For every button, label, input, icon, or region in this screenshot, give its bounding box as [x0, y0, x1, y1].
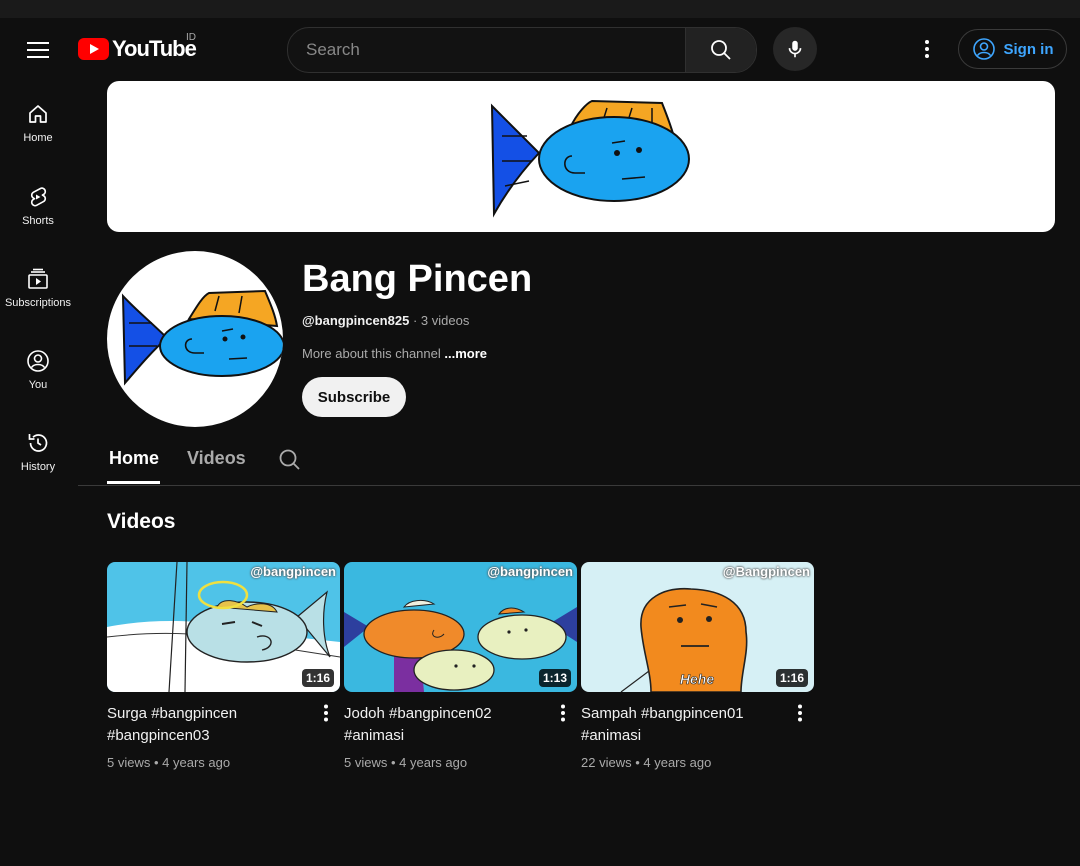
hamburger-icon — [27, 42, 49, 58]
active-tab-indicator — [107, 481, 160, 484]
thumbnail-caption: Hehe — [680, 671, 714, 687]
youtube-play-icon — [78, 38, 109, 60]
sidebar-item-label: History — [20, 461, 56, 473]
video-count: 3 videos — [420, 313, 470, 328]
channel-name: Bang Pincen — [302, 258, 533, 300]
settings-menu-button[interactable] — [912, 32, 942, 66]
voice-search-button[interactable] — [773, 27, 817, 71]
video-card[interactable]: @bangpincen 1:13 Jodoh #bangpincen02 #an… — [344, 562, 577, 770]
microphone-icon — [788, 40, 802, 58]
sidebar-item-label: Shorts — [22, 215, 54, 227]
video-menu-button[interactable] — [318, 702, 334, 724]
section-title: Videos — [107, 510, 176, 533]
search-icon — [711, 40, 731, 60]
sign-in-label: Sign in — [1003, 40, 1054, 58]
more-vertical-icon — [324, 704, 328, 722]
video-title[interactable]: Surga #bangpincen #bangpincen03 — [107, 703, 312, 747]
sign-in-button[interactable]: Sign in — [958, 29, 1067, 69]
thumbnail-watermark: @bangpincen — [250, 564, 336, 579]
video-title[interactable]: Jodoh #bangpincen02 #animasi — [344, 703, 549, 747]
channel-about-link[interactable]: More about this channel ...more — [302, 346, 487, 361]
video-age: 4 years ago — [399, 755, 468, 770]
video-meta: 5 views • 4 years ago — [107, 755, 340, 770]
subscriptions-icon — [28, 268, 48, 289]
video-title[interactable]: Sampah #bangpincen01 #animasi — [581, 703, 786, 747]
search-button[interactable] — [685, 28, 756, 72]
you-icon — [27, 350, 49, 372]
more-vertical-icon — [925, 40, 929, 58]
menu-button[interactable] — [18, 30, 58, 70]
video-age: 4 years ago — [162, 755, 231, 770]
more-link[interactable]: ...more — [444, 346, 487, 361]
video-thumbnail[interactable]: @bangpincen 1:16 — [107, 562, 340, 692]
sidebar-item-history[interactable]: History — [0, 431, 76, 473]
channel-banner — [107, 81, 1055, 232]
more-vertical-icon — [798, 704, 802, 722]
video-thumbnail[interactable]: @bangpincen 1:13 — [344, 562, 577, 692]
tab-videos[interactable]: Videos — [187, 448, 246, 469]
region-code: ID — [186, 32, 196, 43]
sidebar-item-shorts[interactable]: Shorts — [0, 185, 76, 227]
search-box — [287, 27, 757, 73]
account-icon — [972, 38, 995, 60]
video-duration: 1:16 — [301, 669, 334, 687]
meta-separator: • — [153, 755, 163, 770]
history-icon — [28, 434, 48, 452]
sidebar-item-label: Subscriptions — [4, 297, 72, 309]
tabs-divider — [78, 485, 1080, 486]
video-age: 4 years ago — [643, 755, 712, 770]
top-strip — [0, 0, 1080, 18]
more-vertical-icon — [561, 704, 565, 722]
video-menu-button[interactable] — [792, 702, 808, 724]
video-card[interactable]: Hehe @Bangpincen 1:16 Sampah #bangpincen… — [581, 562, 814, 770]
video-duration: 1:13 — [538, 669, 571, 687]
channel-avatar[interactable] — [107, 251, 283, 427]
sidebar-item-label: You — [28, 379, 48, 391]
thumbnail-watermark: @Bangpincen — [722, 564, 810, 579]
thumbnail-watermark: @bangpincen — [487, 564, 573, 579]
home-icon — [29, 105, 47, 123]
video-menu-button[interactable] — [555, 702, 571, 724]
search-input[interactable] — [288, 28, 685, 72]
video-duration: 1:16 — [775, 669, 808, 687]
video-views: 5 views — [344, 755, 388, 770]
shorts-icon — [30, 187, 47, 207]
fish-mascot-illustration — [490, 99, 690, 218]
video-card[interactable]: @bangpincen 1:16 Surga #bangpincen #bang… — [107, 562, 340, 770]
logo-text: YouTube — [112, 36, 197, 61]
video-views: 5 views — [107, 755, 151, 770]
sidebar-item-subscriptions[interactable]: Subscriptions — [0, 267, 76, 309]
meta-separator: · — [412, 313, 421, 328]
sidebar-item-home[interactable]: Home — [0, 102, 76, 144]
video-meta: 22 views • 4 years ago — [581, 755, 814, 770]
search-icon — [279, 449, 300, 470]
video-meta: 5 views • 4 years ago — [344, 755, 577, 770]
video-views: 22 views — [581, 755, 632, 770]
sidebar-item-label: Home — [23, 132, 53, 144]
fish-mascot-avatar — [121, 289, 283, 386]
subscribe-button[interactable]: Subscribe — [302, 377, 406, 417]
sidebar-item-you[interactable]: You — [0, 349, 76, 391]
channel-search-button[interactable] — [278, 448, 302, 477]
youtube-logo[interactable]: YouTube — [78, 36, 197, 62]
meta-separator: • — [390, 755, 400, 770]
about-text: More about this channel — [302, 346, 441, 361]
channel-meta: @bangpincen825 · 3 videos — [302, 313, 469, 328]
tab-home[interactable]: Home — [109, 448, 159, 469]
video-thumbnail[interactable]: Hehe @Bangpincen 1:16 — [581, 562, 814, 692]
channel-handle: @bangpincen825 — [302, 313, 410, 328]
